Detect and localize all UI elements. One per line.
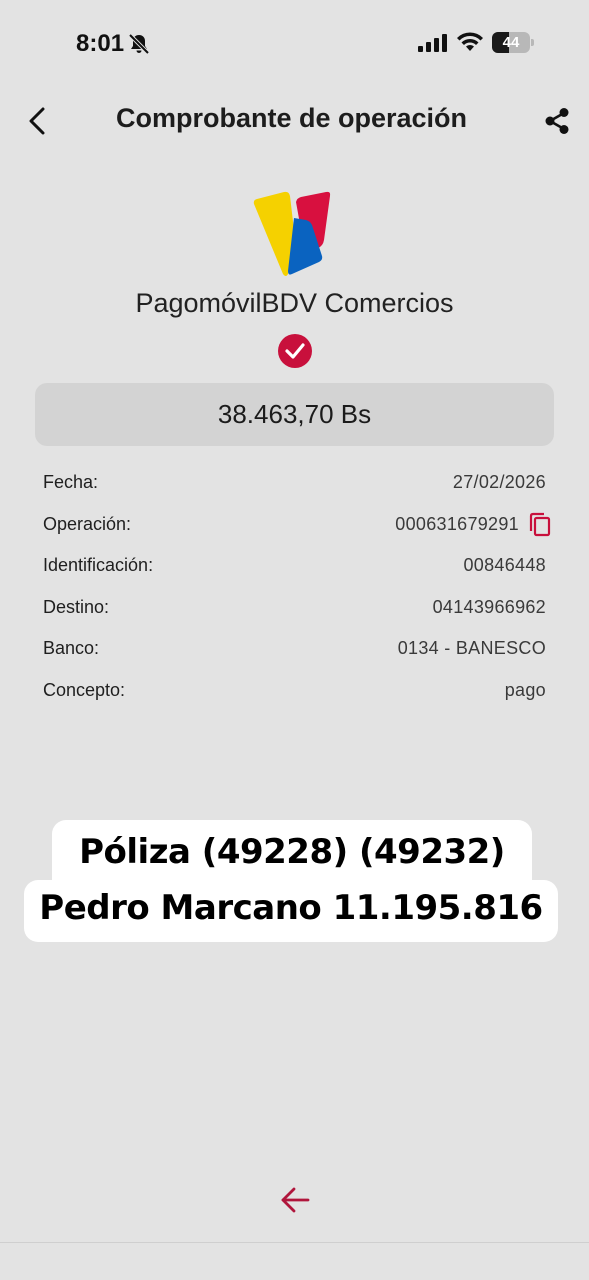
detail-value: 000631679291 xyxy=(395,513,519,534)
detail-value: 0134 - BANESCO xyxy=(397,638,546,659)
arrow-left-icon[interactable] xyxy=(279,1185,311,1215)
operation-details: Fecha: 27/02/2026 Operación: 00063167929… xyxy=(43,462,551,712)
detail-label: Identificación: xyxy=(43,555,154,576)
battery-icon: 44 xyxy=(492,32,534,53)
status-bar: 8:01 44 xyxy=(0,0,589,90)
detail-value: 27/02/2026 xyxy=(452,472,546,493)
battery-level: 44 xyxy=(502,34,520,51)
detail-label: Operación: xyxy=(43,513,132,534)
logo-yellow-card xyxy=(253,191,294,276)
caption-box-line2: Pedro Marcano 11.195.816 xyxy=(24,880,558,942)
detail-value: pago xyxy=(504,679,546,700)
detail-row-fecha: Fecha: 27/02/2026 xyxy=(43,462,546,504)
wifi-icon xyxy=(457,32,483,51)
detail-label: Destino: xyxy=(43,596,110,617)
detail-value: 00846448 xyxy=(463,555,546,576)
brand-name: PagomóvilBDV Comercios xyxy=(135,288,454,318)
caption-box-line1: Póliza (49228) (49232) xyxy=(52,820,532,888)
amount-value: 38.463,70 Bs xyxy=(217,399,372,429)
detail-row-concepto: Concepto: pago xyxy=(43,670,546,712)
pagomovil-logo xyxy=(253,191,331,276)
caption-line1: Póliza (49228) (49232) xyxy=(79,832,505,872)
bell-slash-icon xyxy=(128,33,150,55)
detail-label: Banco: xyxy=(43,638,100,659)
detail-row-banco: Banco: 0134 - BANESCO xyxy=(43,628,546,670)
amount-box: 38.463,70 Bs xyxy=(35,383,554,446)
copy-icon[interactable] xyxy=(528,512,552,538)
detail-row-identificacion: Identificación: 00846448 xyxy=(43,545,546,587)
share-icon[interactable] xyxy=(542,106,572,136)
detail-label: Fecha: xyxy=(43,472,99,493)
detail-value: 04143966962 xyxy=(432,596,546,617)
detail-row-destino: Destino: 04143966962 xyxy=(43,587,546,629)
status-time: 8:01 xyxy=(76,30,125,57)
caption-line2: Pedro Marcano 11.195.816 xyxy=(39,888,543,928)
cellular-signal-icon xyxy=(418,34,447,52)
page-title: Comprobante de operación xyxy=(115,103,468,133)
detail-label: Concepto: xyxy=(43,679,126,700)
bottom-divider xyxy=(0,1242,589,1243)
detail-row-operacion: Operación: 000631679291 xyxy=(43,504,551,546)
check-circle-icon xyxy=(278,334,312,368)
